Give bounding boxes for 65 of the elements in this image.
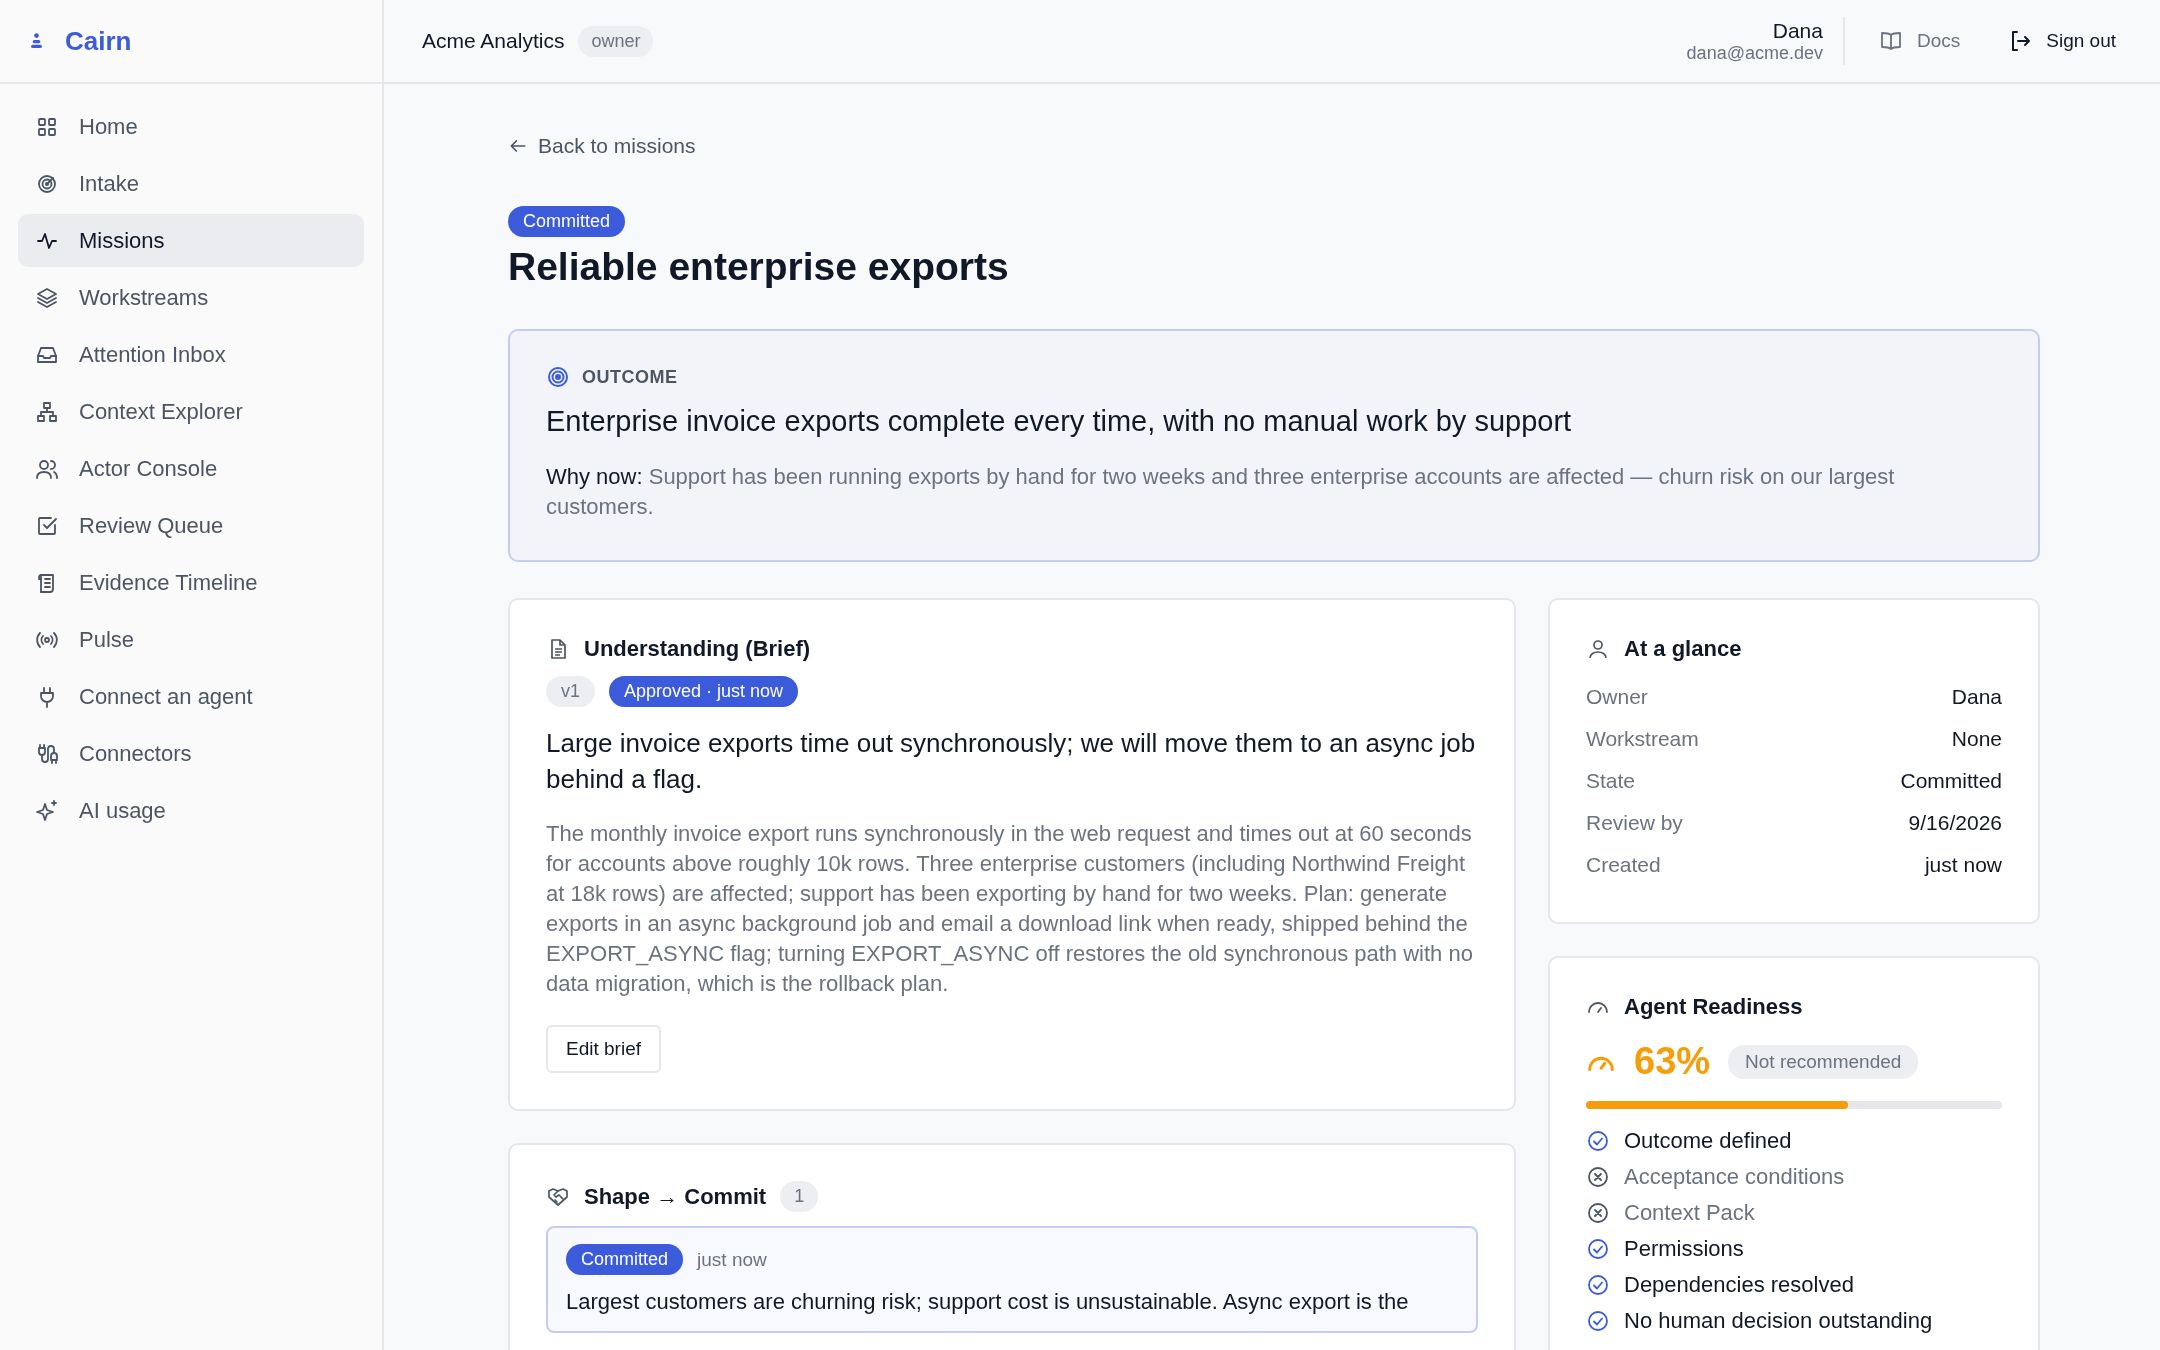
cable-icon xyxy=(35,741,59,766)
why-now-text: Why now: Support has been running exports by hand for two weeks and three enterprise accounts are affected — churn risk on our largest customers. xyxy=(546,463,1896,521)
readiness-check: Permissions xyxy=(1624,1236,1744,1262)
docs-link[interactable]: Docs xyxy=(1878,29,1961,53)
layers-icon xyxy=(35,285,59,310)
nav-item[interactable]: AI usage xyxy=(18,784,364,837)
section-label: OUTCOME xyxy=(582,366,678,388)
role-badge: owner xyxy=(578,25,654,57)
hierarchy-icon xyxy=(35,399,59,424)
readiness-check: Dependencies resolved xyxy=(1624,1272,1854,1298)
nav-item[interactable]: Review Queue xyxy=(18,499,364,552)
readiness-check: No human decision outstanding xyxy=(1624,1308,1933,1334)
nav-item[interactable]: Pulse xyxy=(18,613,364,666)
readiness-check: Acceptance conditions xyxy=(1624,1164,1845,1190)
field-value: 9/16/2026 xyxy=(1908,811,2002,835)
sign-out-link[interactable]: Sign out xyxy=(2008,29,2116,53)
field-label: Review by xyxy=(1586,811,1683,835)
field-value: just now xyxy=(1924,853,2002,877)
nav-item[interactable]: Connectors xyxy=(18,727,364,780)
outcome-statement: Enterprise invoice exports complete every time, with no manual work by support xyxy=(546,405,1573,438)
field-label: Workstream xyxy=(1586,727,1699,751)
nav-item[interactable]: Missions xyxy=(18,214,364,267)
person-icon xyxy=(1586,637,1610,661)
status-badge: Committed xyxy=(508,206,626,237)
verdict-badge: Not recommended xyxy=(1728,1044,1919,1079)
edit-brief-button[interactable]: Edit brief xyxy=(546,1025,661,1073)
field-label: Owner xyxy=(1586,685,1648,709)
field-value: Dana xyxy=(1951,685,2002,709)
status-badge: Committed xyxy=(566,1244,684,1275)
app-logo[interactable]: Cairn xyxy=(65,25,132,57)
entry-time: just now xyxy=(697,1248,767,1271)
nav-item[interactable]: Actor Console xyxy=(18,442,364,495)
version-badge: v1 xyxy=(546,676,595,707)
entry-text: Largest customers are churning risk; support cost is unsustainable. Async export is the xyxy=(566,1289,1410,1315)
user-name: Dana xyxy=(1772,18,1823,43)
nav-item[interactable]: Home xyxy=(18,100,364,153)
approval-badge: Approved · just now xyxy=(609,676,799,707)
field-label: Created xyxy=(1586,853,1661,877)
field-label: State xyxy=(1586,769,1636,793)
readiness-check: Outcome defined xyxy=(1624,1128,1792,1154)
readiness-check: Context Pack xyxy=(1624,1200,1755,1226)
card-title: Agent Readiness xyxy=(1624,994,1803,1020)
readiness-percent: 63% xyxy=(1634,1040,1711,1083)
card-title: Understanding (Brief) xyxy=(584,636,811,662)
field-value: None xyxy=(1951,727,2002,751)
brief-summary: Large invoice exports time out synchronously; we will move them to an async job behind a flag. xyxy=(546,727,1477,796)
card-title: At a glance xyxy=(1624,636,1742,662)
nav-item[interactable]: Connect an agent xyxy=(18,670,364,723)
nav-item[interactable]: Attention Inbox xyxy=(18,328,364,381)
page-title: Reliable enterprise exports xyxy=(508,245,1009,289)
workspace-name: Acme Analytics xyxy=(422,29,565,53)
book-icon xyxy=(1878,29,1903,53)
back-link[interactable]: Back to missions xyxy=(508,134,696,158)
logo-icon xyxy=(30,32,43,50)
field-value: Committed xyxy=(1900,769,2002,793)
brief-details: The monthly invoice export runs synchronously in the web request and times out at 60 seconds for accounts above roughly 10k rows. Three enterprise customers (including Northwind Freight at 18k rows) are affected; support has been exporting by hand for two weeks. Plan: generate exports in an async background job and email a download link when ready, shipped behind the EXPORT_ASYNC flag; turning EXPORT_ASYNC off restores the old synchronous path with no data migration, which is the rollback plan. xyxy=(546,820,1474,998)
nav-item[interactable]: Intake xyxy=(18,157,364,210)
card-title: Shape → Commit xyxy=(584,1183,767,1210)
sparkle-icon xyxy=(35,798,59,823)
nav-item[interactable]: Workstreams xyxy=(18,271,364,324)
user-email: dana@acme.dev xyxy=(1686,42,1823,64)
target-icon xyxy=(546,365,570,389)
count-badge: 1 xyxy=(780,1181,819,1212)
nav-item[interactable]: Context Explorer xyxy=(18,385,364,438)
nav-item[interactable]: Evidence Timeline xyxy=(18,556,364,609)
